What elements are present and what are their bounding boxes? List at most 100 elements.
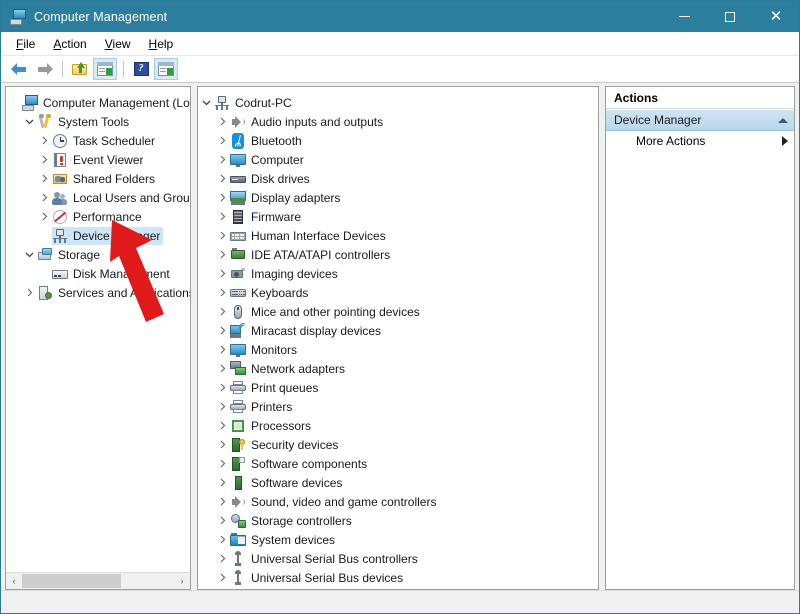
chevron-right-icon[interactable]: [214, 573, 230, 582]
chevron-right-icon[interactable]: [214, 459, 230, 468]
device-item-mice-and-other-pointing-devices[interactable]: Mice and other pointing devices: [198, 302, 598, 321]
actions-group-device-manager[interactable]: Device Manager: [606, 109, 794, 131]
chevron-right-icon[interactable]: [214, 478, 230, 487]
imaging-device-icon: [230, 266, 246, 282]
chevron-right-icon[interactable]: [214, 383, 230, 392]
device-item-printers[interactable]: Printers: [198, 397, 598, 416]
device-item-imaging-devices[interactable]: Imaging devices: [198, 264, 598, 283]
chevron-right-icon[interactable]: [214, 269, 230, 278]
show-hide-action-pane-button[interactable]: [154, 58, 178, 80]
chevron-right-icon[interactable]: [36, 193, 52, 202]
tree-item-system-tools[interactable]: System Tools: [6, 112, 190, 131]
device-item-keyboards[interactable]: Keyboards: [198, 283, 598, 302]
chevron-right-icon[interactable]: [214, 516, 230, 525]
hscroll-track[interactable]: [22, 573, 174, 589]
chevron-right-icon[interactable]: [214, 535, 230, 544]
tree-item-shared-folders[interactable]: Shared Folders: [6, 169, 190, 188]
shared-folders-icon: [52, 171, 68, 187]
chevron-right-icon[interactable]: [36, 174, 52, 183]
speaker-icon: [230, 114, 246, 130]
console-tree-hscrollbar[interactable]: ‹ ›: [6, 572, 190, 589]
chevron-right-icon[interactable]: [214, 326, 230, 335]
tree-item-performance[interactable]: Performance: [6, 207, 190, 226]
device-item-ide-ata-atapi-controllers[interactable]: IDE ATA/ATAPI controllers: [198, 245, 598, 264]
tree-item-storage[interactable]: Storage: [6, 245, 190, 264]
device-item-disk-drives[interactable]: Disk drives: [198, 169, 598, 188]
tree-item-label: Device Manager: [73, 229, 160, 243]
chevron-right-icon[interactable]: [214, 421, 230, 430]
device-item-universal-serial-bus-controllers[interactable]: Universal Serial Bus controllers: [198, 549, 598, 568]
device-item-network-adapters[interactable]: Network adapters: [198, 359, 598, 378]
tree-item-services-and-applications[interactable]: Services and Applications: [6, 283, 190, 302]
device-item-monitors[interactable]: Monitors: [198, 340, 598, 359]
console-tree[interactable]: Computer Management (Local System ToolsT…: [6, 87, 190, 572]
up-one-level-button[interactable]: [68, 58, 92, 80]
tree-item-device-manager[interactable]: Device Manager: [6, 226, 190, 245]
device-item-wsd-print-provider[interactable]: WSD Print Provider: [198, 587, 598, 590]
device-item-firmware[interactable]: Firmware: [198, 207, 598, 226]
tree-item-disk-management[interactable]: Disk Management: [6, 264, 190, 283]
chevron-right-icon[interactable]: [214, 345, 230, 354]
chevron-down-icon[interactable]: [21, 250, 37, 259]
device-item-sound-video-and-game-controllers[interactable]: Sound, video and game controllers: [198, 492, 598, 511]
forward-button[interactable]: [32, 58, 56, 80]
menu-file[interactable]: File: [7, 35, 44, 53]
device-item-human-interface-devices[interactable]: Human Interface Devices: [198, 226, 598, 245]
tree-item-local-users-and-groups[interactable]: Local Users and Groups: [6, 188, 190, 207]
device-item-universal-serial-bus-devices[interactable]: Universal Serial Bus devices: [198, 568, 598, 587]
device-item-bluetooth[interactable]: ᛦBluetooth: [198, 131, 598, 150]
device-item-display-adapters[interactable]: Display adapters: [198, 188, 598, 207]
menu-help[interactable]: Help: [140, 35, 183, 53]
chevron-right-icon[interactable]: [214, 440, 230, 449]
device-item-print-queues[interactable]: Print queues: [198, 378, 598, 397]
menu-view[interactable]: View: [96, 35, 140, 53]
chevron-right-icon[interactable]: [214, 174, 230, 183]
device-item-computer[interactable]: Computer: [198, 150, 598, 169]
chevron-right-icon[interactable]: [36, 136, 52, 145]
chevron-right-icon[interactable]: [214, 212, 230, 221]
back-button[interactable]: [7, 58, 31, 80]
device-item-security-devices[interactable]: Security devices: [198, 435, 598, 454]
expander-expanded[interactable]: [198, 98, 214, 107]
device-item-miracast-display-devices[interactable]: Miracast display devices: [198, 321, 598, 340]
device-item-audio-inputs-and-outputs[interactable]: Audio inputs and outputs: [198, 112, 598, 131]
menu-action[interactable]: Action: [44, 35, 95, 53]
chevron-right-icon[interactable]: [214, 250, 230, 259]
chevron-right-icon[interactable]: [214, 554, 230, 563]
chevron-down-icon[interactable]: [21, 117, 37, 126]
tree-item-codrut-pc[interactable]: Codrut-PC: [198, 93, 598, 112]
close-button[interactable]: ✕: [753, 1, 799, 32]
minimize-button[interactable]: [661, 1, 707, 32]
hscroll-thumb[interactable]: [22, 574, 121, 588]
chevron-right-icon[interactable]: [214, 402, 230, 411]
device-item-system-devices[interactable]: System devices: [198, 530, 598, 549]
tree-item-event-viewer[interactable]: Event Viewer: [6, 150, 190, 169]
help-button[interactable]: ?: [129, 58, 153, 80]
hscroll-right-button[interactable]: ›: [174, 573, 190, 589]
chevron-right-icon[interactable]: [214, 364, 230, 373]
chevron-right-icon[interactable]: [21, 288, 37, 297]
action-pane-icon: [158, 62, 174, 76]
actions-item-more-actions[interactable]: More Actions: [606, 131, 794, 151]
chevron-right-icon[interactable]: [214, 231, 230, 240]
chevron-right-icon[interactable]: [214, 155, 230, 164]
chevron-right-icon[interactable]: [214, 193, 230, 202]
device-item-storage-controllers[interactable]: Storage controllers: [198, 511, 598, 530]
tree-item-task-scheduler[interactable]: Task Scheduler: [6, 131, 190, 150]
chevron-right-icon[interactable]: [36, 212, 52, 221]
hscroll-left-button[interactable]: ‹: [6, 573, 22, 589]
tree-item-computer-management[interactable]: Computer Management (Local: [6, 93, 190, 112]
show-hide-console-tree-button[interactable]: [93, 58, 117, 80]
device-item-processors[interactable]: Processors: [198, 416, 598, 435]
device-item-software-components[interactable]: Software components: [198, 454, 598, 473]
chevron-right-icon[interactable]: [214, 288, 230, 297]
chevron-up-icon[interactable]: [778, 118, 788, 123]
chevron-right-icon[interactable]: [214, 497, 230, 506]
chevron-right-icon[interactable]: [214, 307, 230, 316]
maximize-button[interactable]: [707, 1, 753, 32]
device-item-software-devices[interactable]: Software devices: [198, 473, 598, 492]
chevron-right-icon[interactable]: [36, 155, 52, 164]
chevron-right-icon[interactable]: [214, 117, 230, 126]
chevron-right-icon[interactable]: [214, 136, 230, 145]
device-tree[interactable]: Codrut-PC Audio inputs and outputsᛦBluet…: [198, 87, 598, 590]
